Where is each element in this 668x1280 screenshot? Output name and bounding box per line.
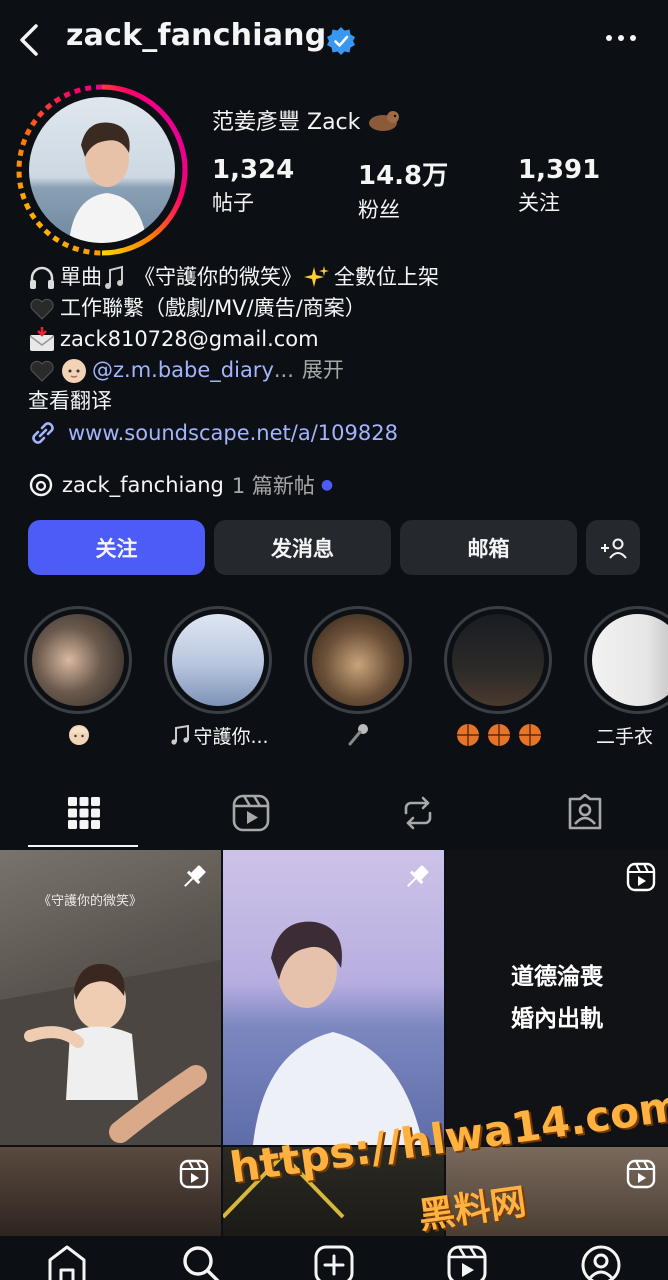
follow-button[interactable]: 关注 bbox=[28, 520, 205, 575]
top-bar: zack_fanchiang bbox=[0, 0, 668, 80]
bio-line-4: @z.m.babe_diary ... 展开 bbox=[28, 355, 648, 386]
profile-username: zack_fanchiang bbox=[66, 18, 327, 53]
home-icon[interactable] bbox=[46, 1244, 88, 1280]
bio-expand-link[interactable]: 展开 bbox=[302, 355, 344, 386]
reels-nav-icon[interactable] bbox=[446, 1244, 488, 1280]
active-tab-indicator bbox=[28, 845, 138, 847]
stat-posts-label: 帖子 bbox=[212, 191, 254, 215]
headphones-icon bbox=[30, 266, 54, 289]
bio-line-3: zack810728@gmail.com bbox=[28, 324, 648, 355]
link-icon bbox=[32, 422, 54, 444]
repost-icon bbox=[404, 796, 431, 830]
post-thumbnail-2[interactable] bbox=[223, 850, 444, 1145]
post-2-image bbox=[253, 921, 423, 1145]
more-options-icon[interactable] bbox=[604, 30, 638, 46]
black-heart-icon bbox=[30, 360, 54, 382]
black-heart-icon bbox=[30, 298, 54, 320]
tab-grid[interactable] bbox=[0, 778, 167, 848]
stat-following-value: 1,391 bbox=[518, 155, 601, 185]
bio-mention-link[interactable]: @z.m.babe_diary bbox=[92, 355, 274, 386]
highlight-2-caption: 守護你... bbox=[164, 722, 274, 749]
reel-indicator-icon bbox=[179, 1159, 209, 1189]
music-notes-icon bbox=[105, 265, 123, 289]
display-name: 范姜彥豐 Zack bbox=[212, 104, 401, 136]
basketballs-icon bbox=[457, 724, 541, 746]
stat-posts-value: 1,324 bbox=[212, 155, 295, 185]
bio-link[interactable]: www.soundscape.net/a/109828 bbox=[28, 418, 398, 448]
profile-tabs bbox=[0, 778, 668, 850]
highlight-1[interactable] bbox=[24, 606, 134, 751]
new-dot-icon: ● bbox=[320, 477, 334, 493]
post-thumbnail-4[interactable] bbox=[0, 1147, 221, 1236]
tab-reels[interactable] bbox=[167, 778, 334, 848]
envelope-icon bbox=[29, 326, 55, 351]
stat-posts[interactable]: 1,324 帖子 bbox=[212, 155, 294, 217]
music-notes-icon bbox=[171, 724, 190, 745]
avatar-photo bbox=[29, 97, 175, 243]
add-person-icon bbox=[601, 538, 627, 559]
stat-followers-value: 14.8万 bbox=[358, 161, 449, 191]
pinned-icon bbox=[184, 865, 206, 887]
microphone-icon bbox=[348, 724, 368, 746]
highlight-3[interactable] bbox=[304, 606, 414, 751]
stat-following[interactable]: 1,391 关注 bbox=[518, 155, 600, 217]
tab-reposts[interactable] bbox=[334, 778, 501, 848]
highlight-4-caption bbox=[444, 722, 554, 753]
email-button[interactable]: 邮箱 bbox=[400, 520, 577, 575]
profile-avatar[interactable] bbox=[14, 82, 190, 258]
pinned-icon bbox=[407, 865, 429, 887]
sparkles-icon bbox=[304, 265, 329, 287]
post-1-caption: 《守護你的微笑》 bbox=[38, 894, 143, 909]
suggested-users-button[interactable] bbox=[586, 520, 640, 575]
bio-line-2: 工作聯繫（戲劇/MV/廣告/商案） bbox=[28, 293, 648, 324]
baby-icon bbox=[62, 358, 86, 383]
post-thumbnail-1[interactable]: 《守護你的微笑》 bbox=[0, 850, 221, 1145]
post-3-text: 道德淪喪 婚內出軌 bbox=[511, 963, 603, 1032]
message-button[interactable]: 发消息 bbox=[214, 520, 391, 575]
threads-icon bbox=[29, 473, 53, 497]
threads-badge[interactable]: zack_fanchiang 1 篇新帖 ● bbox=[28, 470, 333, 500]
bio-email[interactable]: zack810728@gmail.com bbox=[60, 324, 319, 355]
create-post-icon[interactable] bbox=[313, 1244, 355, 1280]
highlight-5[interactable]: 二手衣 bbox=[584, 606, 668, 749]
grid-icon bbox=[67, 797, 100, 829]
highlight-4[interactable] bbox=[444, 606, 554, 753]
baby-girl-icon bbox=[69, 725, 89, 745]
verified-badge-icon bbox=[327, 27, 355, 55]
reel-indicator-icon bbox=[626, 1159, 656, 1189]
bottom-navigation bbox=[0, 1236, 668, 1280]
bio-translate[interactable]: 查看翻译 bbox=[28, 386, 648, 417]
highlight-1-caption bbox=[24, 722, 134, 751]
highlight-3-caption bbox=[304, 722, 414, 751]
search-icon[interactable] bbox=[180, 1244, 222, 1280]
reels-icon bbox=[232, 794, 269, 832]
otter-emoji-icon bbox=[369, 111, 400, 131]
tab-tagged[interactable] bbox=[501, 778, 668, 848]
highlight-5-caption: 二手衣 bbox=[596, 726, 654, 748]
profile-nav-icon[interactable] bbox=[580, 1244, 622, 1280]
stat-followers-label: 粉丝 bbox=[358, 198, 400, 222]
bio-line-1: 單曲 《守護你的微笑》 全數位上架 bbox=[28, 262, 648, 293]
stat-followers[interactable]: 14.8万 粉丝 bbox=[358, 155, 448, 224]
reel-indicator-icon bbox=[626, 862, 656, 892]
tagged-person-icon bbox=[568, 794, 601, 830]
profile-bio: 單曲 《守護你的微笑》 全數位上架 工作聯繫（戲劇/MV/廣告/商案） zack… bbox=[28, 262, 648, 417]
back-arrow-icon[interactable] bbox=[12, 20, 48, 60]
highlight-2[interactable]: 守護你... bbox=[164, 606, 274, 749]
stat-following-label: 关注 bbox=[518, 191, 560, 215]
